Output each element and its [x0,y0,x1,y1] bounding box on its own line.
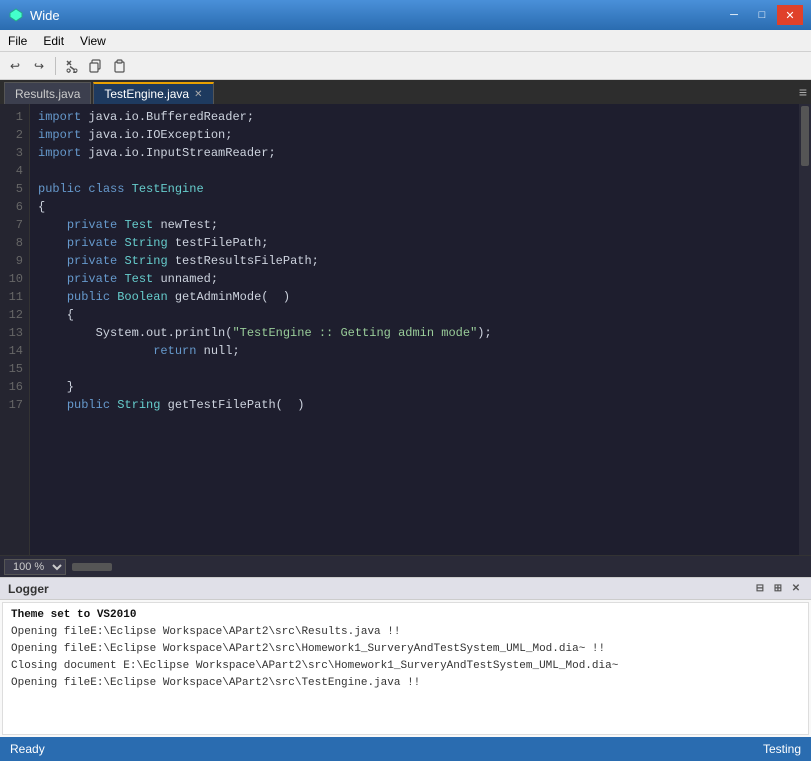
logger-close-button[interactable]: ✕ [789,582,803,596]
tab-close-icon[interactable]: ✕ [194,89,202,100]
line-num: 12 [4,306,23,324]
vertical-scrollbar[interactable] [799,104,811,555]
line-num: 17 [4,396,23,414]
logger-panel: Logger ⊟ ⊞ ✕ Theme set to VS2010 Opening… [0,577,811,737]
h-scrollbar-thumb[interactable] [72,563,112,571]
line-num: 9 [4,252,23,270]
window-title: Wide [30,8,60,23]
status-right: Testing [763,742,801,756]
line-num: 1 [4,108,23,126]
logger-controls: ⊟ ⊞ ✕ [753,582,803,596]
zoom-bar: 100 % 75 % 150 % [0,555,811,577]
title-bar: Wide ─ □ ✕ [0,0,811,30]
log-line-2: Opening fileE:\Eclipse Workspace\APart2\… [11,624,800,641]
close-button[interactable]: ✕ [777,5,803,25]
tab-label: Results.java [15,87,80,101]
line-num: 2 [4,126,23,144]
logger-title: Logger [8,582,49,596]
logger-header: Logger ⊟ ⊞ ✕ [0,578,811,600]
logger-minimize-button[interactable]: ⊟ [753,582,767,596]
menu-bar: File Edit View [0,30,811,52]
menu-view[interactable]: View [72,30,114,51]
line-num: 5 [4,180,23,198]
app-icon [8,7,24,23]
line-num: 8 [4,234,23,252]
paste-button[interactable] [109,55,131,77]
redo-button[interactable]: ↪ [28,55,50,77]
menu-file[interactable]: File [0,30,35,51]
line-num: 6 [4,198,23,216]
tab-overflow-icon[interactable]: ≡ [799,84,807,100]
line-num: 14 [4,342,23,360]
horizontal-scrollbar[interactable] [72,563,807,571]
line-num: 7 [4,216,23,234]
zoom-selector[interactable]: 100 % 75 % 150 % [4,559,66,575]
undo-button[interactable]: ↩ [4,55,26,77]
scrollbar-thumb[interactable] [801,106,809,166]
log-line-5: Opening fileE:\Eclipse Workspace\APart2\… [11,675,800,692]
line-numbers: 1 2 3 4 5 6 7 8 9 10 11 12 13 14 15 16 1… [0,104,30,555]
line-num: 10 [4,270,23,288]
title-bar-controls: ─ □ ✕ [721,5,803,25]
line-num: 11 [4,288,23,306]
line-num: 16 [4,378,23,396]
logger-content: Theme set to VS2010 Opening fileE:\Eclip… [2,602,809,735]
editor-area: 1 2 3 4 5 6 7 8 9 10 11 12 13 14 15 16 1… [0,104,811,555]
code-editor[interactable]: import java.io.BufferedReader; import ja… [30,104,799,555]
toolbar: ↩ ↪ [0,52,811,80]
log-line-4: Closing document E:\Eclipse Workspace\AP… [11,658,800,675]
line-num: 3 [4,144,23,162]
log-line-1: Theme set to VS2010 [11,607,800,624]
line-num: 15 [4,360,23,378]
status-bar: Ready Testing [0,737,811,761]
status-left: Ready [10,742,45,756]
minimize-button[interactable]: ─ [721,5,747,25]
menu-edit[interactable]: Edit [35,30,72,51]
tab-testengine-java[interactable]: TestEngine.java ✕ [93,82,213,104]
copy-button[interactable] [85,55,107,77]
line-num: 4 [4,162,23,180]
tab-bar: Results.java TestEngine.java ✕ ≡ [0,80,811,104]
cut-button[interactable] [61,55,83,77]
maximize-button[interactable]: □ [749,5,775,25]
tab-results-java[interactable]: Results.java [4,82,91,104]
editor-container: Results.java TestEngine.java ✕ ≡ 1 2 3 4… [0,80,811,577]
toolbar-separator-1 [55,57,56,75]
line-num: 13 [4,324,23,342]
tab-label: TestEngine.java [104,87,189,101]
logger-float-button[interactable]: ⊞ [771,582,785,596]
log-line-3: Opening fileE:\Eclipse Workspace\APart2\… [11,641,800,658]
title-bar-left: Wide [8,7,60,23]
